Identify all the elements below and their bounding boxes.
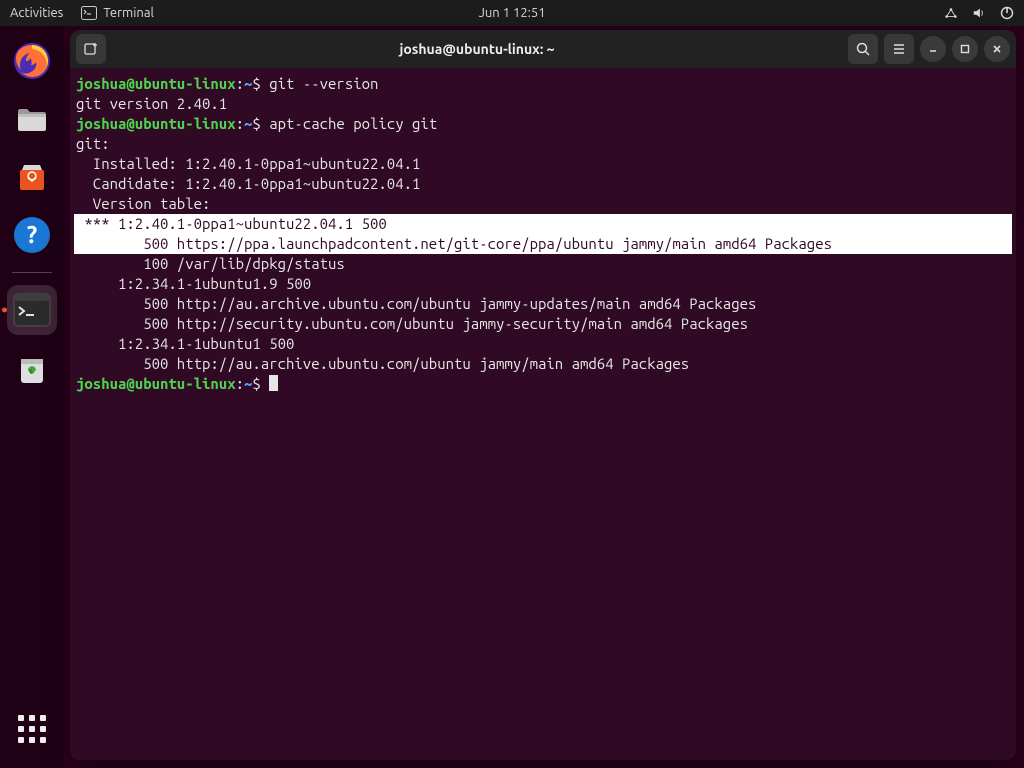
dock-firefox[interactable] [7,36,57,86]
dock-help[interactable]: ? [7,210,57,260]
dock-show-apps[interactable] [7,704,57,754]
command-2: apt-cache policy git [269,115,437,132]
terminal-icon [81,6,97,20]
dock-terminal[interactable] [7,285,57,335]
activities-button[interactable]: Activities [10,6,63,20]
dock: ? [0,26,64,768]
titlebar: joshua@ubuntu-linux: ~ [70,30,1016,68]
output-line: 1:2.34.1-1ubuntu1.9 500 [74,275,313,292]
power-icon[interactable] [1000,6,1014,20]
window-title: joshua@ubuntu-linux: ~ [106,41,848,57]
running-indicator [2,308,7,313]
output-line: git version 2.40.1 [74,95,229,112]
clock[interactable]: Jun 1 12:51 [478,6,545,20]
apps-grid-icon [18,715,46,743]
output-line-highlighted: *** 1:2.40.1-0ppa1~ubuntu22.04.1 500 [74,214,1012,234]
output-line-highlighted: 500 https://ppa.launchpadcontent.net/git… [74,234,1012,254]
minimize-button[interactable] [920,36,946,62]
output-line: 500 http://security.ubuntu.com/ubuntu ja… [74,315,750,332]
output-line: git: [74,135,112,152]
hamburger-menu-button[interactable] [884,34,914,64]
output-line: Version table: [74,195,212,212]
gnome-topbar: Activities Terminal Jun 1 12:51 [0,0,1024,26]
dock-software[interactable] [7,152,57,202]
output-line: Installed: 1:2.40.1-0ppa1~ubuntu22.04.1 [74,155,422,172]
output-line: 500 http://au.archive.ubuntu.com/ubuntu … [74,355,691,372]
svg-text:?: ? [27,221,38,248]
network-icon[interactable] [944,6,958,20]
new-tab-button[interactable] [76,34,106,64]
output-line: Candidate: 1:2.40.1-0ppa1~ubuntu22.04.1 [74,175,422,192]
command-1: git --version [269,75,378,92]
prompt-user: joshua@ubuntu-linux [76,75,236,92]
volume-icon[interactable] [972,6,986,20]
terminal-window: joshua@ubuntu-linux: ~ joshua@ubuntu-lin… [70,30,1016,760]
terminal-content[interactable]: joshua@ubuntu-linux:~$ git --version git… [70,68,1016,760]
close-button[interactable] [984,36,1010,62]
topbar-app-label: Terminal [103,6,154,20]
dock-trash[interactable] [7,343,57,393]
maximize-button[interactable] [952,36,978,62]
output-line: 100 /var/lib/dpkg/status [74,255,347,272]
output-line: 1:2.34.1-1ubuntu1 500 [74,335,296,352]
dock-files[interactable] [7,94,57,144]
search-button[interactable] [848,34,878,64]
dock-separator [12,272,52,273]
topbar-app-menu[interactable]: Terminal [81,6,154,20]
cursor [269,375,278,391]
output-line: 500 http://au.archive.ubuntu.com/ubuntu … [74,295,758,312]
